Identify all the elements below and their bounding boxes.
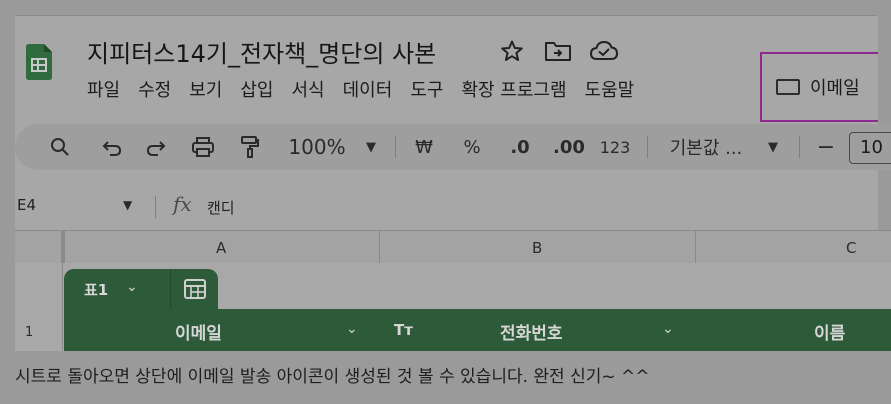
table-header-row: 이메일 ⌄ Tт 전화번호 ⌄ 이름 [64,309,891,351]
table-name: 표1 [84,281,109,299]
menu-data[interactable]: 데이터 [343,76,393,102]
paint-format-icon[interactable] [233,124,267,170]
cloud-saved-icon[interactable] [589,36,619,66]
toolbar-divider [395,136,396,158]
document-title[interactable]: 지피터스14기_전자책_명단의 사본 [87,34,436,69]
chevron-down-icon: ⌄ [126,279,138,295]
menu-view[interactable]: 보기 [189,76,222,102]
font-size-decrease-icon[interactable]: − [813,124,839,170]
menu-file[interactable]: 파일 [87,76,120,102]
font-size-input[interactable]: 10 [849,132,891,164]
menu-help[interactable]: 도움말 [585,76,635,102]
decrease-decimal-button[interactable]: .0 [503,124,537,170]
menu-insert[interactable]: 삽입 [240,76,273,102]
menu-edit[interactable]: 수정 [138,76,171,102]
fx-icon: fx [173,192,192,216]
column-header-c[interactable]: C [846,239,856,257]
toolbar: 100% ▼ ₩ % .0 .00 123 기본값 ... ▼ − 10 [15,124,891,170]
menu-tools[interactable]: 도구 [410,76,443,102]
title-actions [497,36,619,66]
chevron-down-icon[interactable]: ⌄ [346,321,358,337]
toolbar-divider [799,136,800,158]
font-dropdown-icon[interactable]: ▼ [761,124,785,170]
email-button-label: 이메일 [810,78,860,99]
select-all-corner[interactable] [61,231,65,263]
formula-bar: E4 ▼ fx 캔디 [15,188,891,224]
table-name-tab[interactable]: 표1 ⌄ [64,269,170,309]
currency-format-button[interactable]: ₩ [411,124,437,170]
column-header-a[interactable]: A [216,239,226,257]
number-format-button[interactable]: 123 [597,124,633,170]
print-icon[interactable] [185,124,221,170]
redo-icon[interactable] [139,124,173,170]
caption-text: 시트로 돌아오면 상단에 이메일 발송 아이콘이 생성된 것 볼 수 있습니다.… [15,367,650,387]
sheet-grid: 1 표1 ⌄ 이메일 ⌄ Tт 전화번호 ⌄ 이름 [15,263,891,351]
zoom-select[interactable]: 100% [285,124,349,170]
formula-input[interactable]: 캔디 [207,197,235,218]
row-header-column: 1 [15,263,63,351]
text-type-icon: Tт [394,321,413,339]
menu-bar: 파일 수정 보기 삽입 서식 데이터 도구 확장 프로그램 도움말 [87,76,634,102]
name-box[interactable]: E4 [17,196,36,214]
name-box-dropdown-icon[interactable]: ▼ [123,198,132,212]
table-grid-icon [184,279,206,299]
column-header-b[interactable]: B [532,239,542,257]
chevron-down-icon[interactable]: ⌄ [662,321,674,337]
menu-format[interactable]: 서식 [292,76,325,102]
table-header-name[interactable]: 이름 [814,319,845,344]
row-number[interactable]: 1 [25,325,33,340]
search-icon[interactable] [43,124,77,170]
move-folder-icon[interactable] [543,36,573,66]
undo-icon[interactable] [95,124,129,170]
font-family-select[interactable]: 기본값 ... [663,124,749,170]
sheets-logo-icon[interactable] [26,44,52,80]
email-menu-button[interactable]: 이메일 [760,52,878,122]
star-icon[interactable] [497,36,527,66]
table-header-email[interactable]: 이메일 [175,319,222,344]
increase-decimal-button[interactable]: .00 [549,124,589,170]
table-view-button[interactable] [170,269,218,309]
column-divider [379,231,380,263]
zoom-dropdown-icon[interactable]: ▼ [359,124,383,170]
toolbar-divider [647,136,648,158]
formula-divider [155,196,156,218]
menu-extensions[interactable]: 확장 프로그램 [461,76,566,102]
percent-format-button[interactable]: % [459,124,485,170]
column-divider [695,231,696,263]
table-header-phone[interactable]: 전화번호 [500,319,563,344]
envelope-icon [776,79,800,95]
column-header-row: A B C [15,231,891,263]
